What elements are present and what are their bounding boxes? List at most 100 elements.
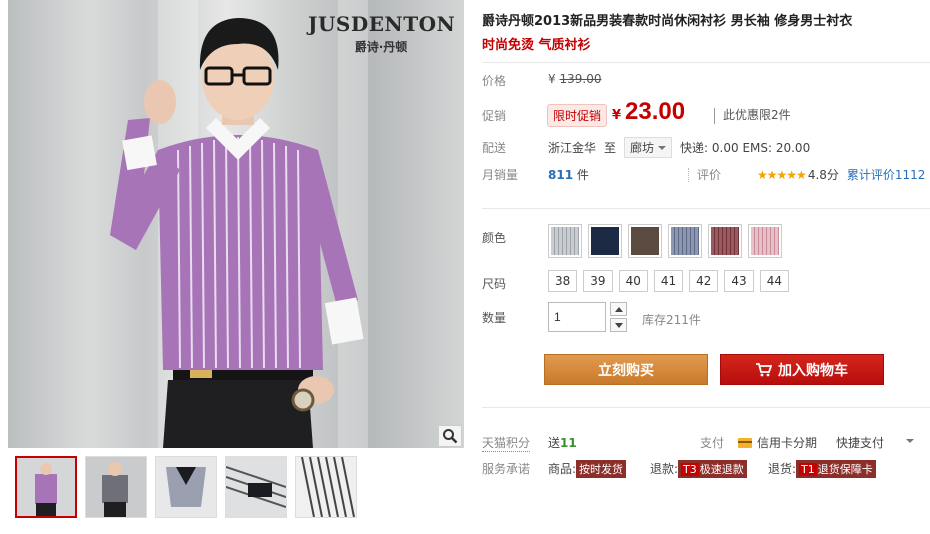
shipping-info: 浙江金华 至 廊坊 快递: 0.00 EMS: 20.00	[548, 137, 810, 158]
add-to-cart-label: 加入购物车	[778, 362, 848, 379]
product-title: 爵诗丹顿2013新品男装春款时尚休闲衬衫 男长袖 修身男士衬衣	[482, 14, 853, 29]
color-swatch-maroon[interactable]	[708, 224, 742, 258]
product-info-panel: 爵诗丹顿2013新品男装春款时尚休闲衬衫 男长袖 修身男士衬衣 时尚免烫 气质衬…	[482, 0, 930, 534]
return-guarantee-badge[interactable]: T1 退货保障卡	[796, 460, 876, 478]
cart-icon	[756, 362, 772, 376]
size-option-39[interactable]: 39	[583, 270, 613, 292]
limited-promo-badge: 限时促销	[547, 104, 608, 127]
product-gallery: JUSDENTON 爵诗·丹顿	[8, 0, 464, 534]
color-swatch-light-grey[interactable]	[548, 224, 582, 258]
chevron-down-icon[interactable]	[906, 439, 914, 443]
quick-pay-option[interactable]: 快捷支付	[836, 434, 884, 451]
service-goods: 商品: 按时发货	[548, 460, 627, 478]
color-swatch-pink[interactable]	[748, 224, 782, 258]
refund-tag: 极速退款	[699, 463, 744, 476]
price-label: 价格	[482, 74, 507, 88]
tmall-points-label[interactable]: 天猫积分	[482, 434, 531, 452]
size-label: 尺码	[482, 277, 507, 291]
service-refund: 退款: T3 极速退款	[650, 460, 747, 478]
size-option-40[interactable]: 40	[618, 270, 648, 292]
promo-price-value: 23.00	[625, 98, 686, 125]
refund-word: 退款:	[650, 462, 679, 476]
destination-value: 廊坊	[630, 141, 655, 155]
quantity-control	[548, 302, 627, 332]
size-option-43[interactable]: 43	[724, 270, 754, 292]
thumbnail-1[interactable]	[15, 456, 77, 518]
divider	[482, 208, 930, 209]
currency-symbol: ¥	[548, 72, 556, 86]
promo-limit-text: 此优惠限2件	[723, 108, 791, 122]
main-product-photo[interactable]: JUSDENTON 爵诗·丹顿	[8, 0, 464, 448]
payment-label: 支付	[700, 436, 725, 450]
credit-card-icon	[738, 437, 752, 448]
promo-label: 促销	[482, 109, 507, 123]
quantity-decrease-button[interactable]	[610, 318, 627, 332]
on-time-shipping-badge[interactable]: 按时发货	[576, 460, 627, 478]
divider	[482, 407, 930, 408]
credit-installment-option[interactable]: 信用卡分期	[738, 434, 817, 451]
zoom-magnifier-icon[interactable]	[438, 425, 462, 447]
service-promises: 服务承诺 商品: 按时发货 退款: T3 极速退款 退货: T1 退货保障卡	[482, 460, 930, 478]
rating-score: 4.8分	[807, 168, 839, 182]
thumbnail-5[interactable]	[295, 456, 357, 518]
ship-from: 浙江金华	[548, 141, 597, 155]
rating-block: 评价 ★★★★★ 4.8分 累计评价1112	[688, 166, 925, 183]
monthly-sales-unit: 件	[576, 168, 589, 182]
monthly-sales: 811 件	[548, 166, 589, 183]
total-reviews-link[interactable]: 累计评价1112	[847, 166, 926, 183]
chevron-down-icon	[614, 322, 623, 328]
size-option-41[interactable]: 41	[653, 270, 684, 292]
color-label: 颜色	[482, 231, 507, 245]
color-swatches	[548, 224, 782, 258]
refund-code: T3	[681, 463, 699, 476]
chevron-down-icon	[658, 145, 667, 150]
credit-installment-label: 信用卡分期	[757, 436, 818, 450]
size-option-44[interactable]: 44	[759, 270, 789, 292]
color-swatch-navy[interactable]	[588, 224, 622, 258]
destination-select[interactable]: 廊坊	[624, 137, 673, 158]
return-code: T1	[799, 463, 817, 476]
rating-stars-icon: ★★★★★	[757, 167, 807, 182]
service-label: 服务承诺	[482, 462, 531, 476]
service-return: 退货: T1 退货保障卡	[768, 460, 876, 478]
product-subtitle: 时尚免烫 气质衬衫	[482, 38, 591, 53]
promo-limit: 此优惠限2件	[714, 106, 791, 124]
monthly-sales-label: 月销量	[482, 168, 519, 182]
shipping-label: 配送	[482, 141, 507, 155]
quantity-increase-button[interactable]	[610, 302, 627, 316]
divider	[482, 62, 930, 63]
thumbnail-2[interactable]	[85, 456, 147, 518]
shipping-fees: 快递: 0.00 EMS: 20.00	[680, 141, 811, 155]
quantity-label: 数量	[482, 311, 507, 325]
model-figure	[110, 18, 364, 448]
quantity-stepper	[610, 302, 627, 332]
gift-points: 11	[560, 436, 577, 450]
ship-to-word: 至	[604, 141, 617, 155]
rating-label: 评价	[697, 168, 722, 182]
promo-price: ¥23.00	[612, 98, 685, 126]
return-tag: 退货保障卡	[817, 463, 873, 476]
return-word: 退货:	[768, 462, 797, 476]
size-option-38[interactable]: 38	[548, 270, 578, 292]
original-price: ¥ 139.00	[548, 72, 601, 86]
quantity-input[interactable]	[548, 302, 606, 332]
add-to-cart-button[interactable]: 加入购物车	[720, 354, 884, 385]
gift-word: 送	[548, 436, 561, 450]
thumbnail-strip	[8, 456, 357, 526]
size-options: 38 39 40 41 42 43 44	[548, 270, 789, 292]
size-option-42[interactable]: 42	[689, 270, 719, 292]
promo-currency: ¥	[612, 108, 622, 123]
color-swatch-dark-brown[interactable]	[628, 224, 662, 258]
original-price-value: 139.00	[559, 72, 602, 86]
thumbnail-4[interactable]	[225, 456, 287, 518]
chevron-up-icon	[614, 306, 623, 312]
monthly-sales-count: 811	[548, 168, 574, 182]
goods-word: 商品:	[548, 462, 577, 476]
stock-count: 库存211件	[642, 313, 701, 327]
tmall-points-row: 天猫积分 送11 支付 信用卡分期 快捷支付	[482, 434, 930, 452]
points-gift: 送11	[548, 434, 577, 451]
buy-now-button[interactable]: 立刻购买	[544, 354, 708, 385]
fast-refund-badge[interactable]: T3 极速退款	[678, 460, 747, 478]
thumbnail-3[interactable]	[155, 456, 217, 518]
color-swatch-blue-grey[interactable]	[668, 224, 702, 258]
